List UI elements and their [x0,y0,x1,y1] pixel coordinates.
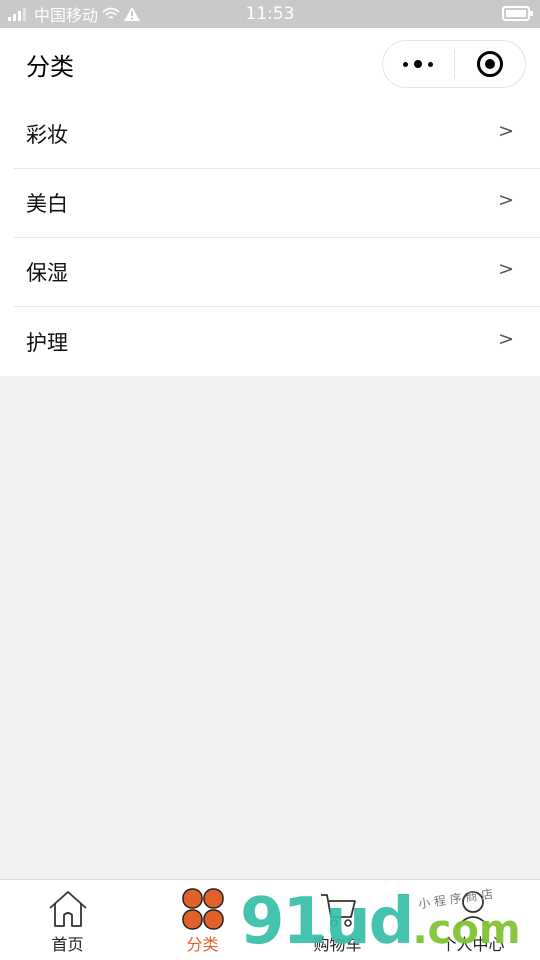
chevron-right-icon: > [498,120,514,142]
status-bar: 中国移动 11:53 [0,0,540,28]
category-label: 彩妆 [26,123,68,147]
tab-label: 首页 [51,935,84,954]
status-right [502,6,533,21]
more-dot-icon [414,60,423,68]
tab-cart[interactable]: 购物车 [270,880,405,960]
tab-label: 购物车 [313,935,362,954]
tab-home[interactable]: 首页 [0,880,135,960]
category-label: 美白 [26,192,68,216]
battery-icon [502,6,533,21]
status-time: 11:53 [245,4,295,24]
page-title: 分类 [26,52,74,81]
mini-program-capsule [382,40,526,88]
target-icon [476,51,503,77]
close-button[interactable] [455,41,526,87]
home-icon [46,887,90,931]
category-item-care[interactable]: 护理 > [14,307,540,376]
more-dot-icon [403,61,409,67]
category-item-moisturizing[interactable]: 保湿 > [14,238,540,307]
more-button[interactable] [383,41,454,87]
tab-bar: 首页 分类 购物车 个人中心 [0,879,540,960]
chevron-right-icon: > [498,327,514,350]
chevron-right-icon: > [498,258,514,280]
chevron-right-icon: > [498,189,514,211]
cart-icon [316,887,360,931]
tab-category[interactable]: 分类 [135,880,270,960]
user-icon [451,887,495,931]
category-item-whitening[interactable]: 美白 > [14,169,540,238]
nav-bar: 分类 [0,28,540,100]
category-label: 护理 [26,330,68,355]
category-label: 保湿 [26,261,68,285]
more-dot-icon [428,61,434,67]
tab-label: 个人中心 [440,935,505,954]
category-item-makeup[interactable]: 彩妆 > [14,100,540,169]
tab-profile[interactable]: 个人中心 [405,880,540,960]
category-icon [181,887,225,931]
tab-label: 分类 [186,935,219,954]
category-list: 彩妆 > 美白 > 保湿 > 护理 > [0,100,540,376]
